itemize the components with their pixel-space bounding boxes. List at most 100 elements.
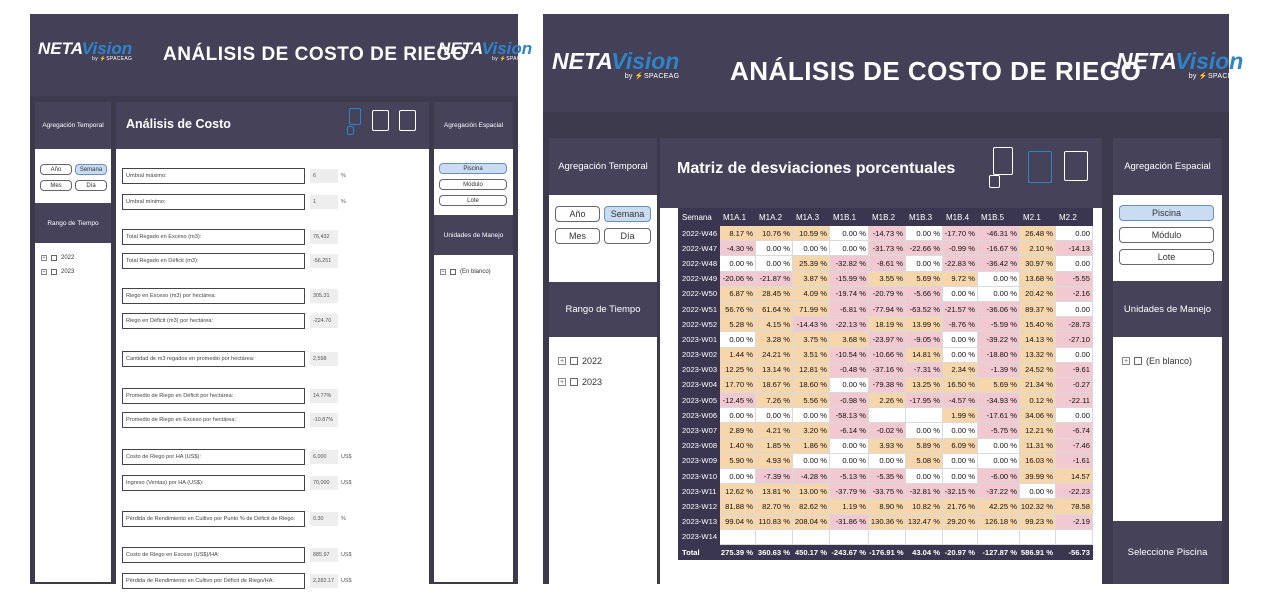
- metric-label: Costo de Riego por HA (US$):: [122, 449, 305, 465]
- coins-icon[interactable]: [989, 175, 1000, 188]
- matrix-cell: 13.99 %: [905, 316, 943, 333]
- spatial-lote-button[interactable]: Lote: [1119, 249, 1214, 265]
- checkbox[interactable]: [570, 378, 578, 386]
- matrix-cell: [942, 528, 978, 545]
- matrix-cell: 16.50 %: [942, 376, 978, 394]
- matrix-cell: 0.00: [1055, 224, 1093, 242]
- temporal-day-button[interactable]: Día: [604, 228, 651, 244]
- checkbox[interactable]: [450, 269, 456, 275]
- week-label: 2023-W10: [678, 467, 720, 485]
- matrix-title: Matriz de desviaciones porcentuales: [677, 160, 956, 177]
- matrix-column-header[interactable]: M1A.1: [719, 208, 756, 226]
- temporal-month-button[interactable]: Mes: [555, 228, 600, 244]
- matrix-cell: 30.97 %: [1019, 255, 1056, 272]
- cost-icon[interactable]: [993, 147, 1013, 175]
- matrix-cell: 18.19 %: [868, 316, 906, 333]
- spatial-piscina-button[interactable]: Piscina: [439, 163, 507, 174]
- expand-icon[interactable]: +: [41, 255, 47, 261]
- metric-label: Pérdida de Rendimiento en Cultivo por Dé…: [122, 573, 305, 589]
- total-cell: -20.97 %: [942, 543, 978, 561]
- units-title: Unidades de Manejo: [1113, 281, 1222, 337]
- matrix-row: 2022-W52 5.28 % 4.15 % -14.43 % -22.13 % 18.1…: [678, 316, 1093, 333]
- cost-analysis-title: Análisis de Costo: [126, 117, 231, 131]
- matrix-cell: 15.40 %: [1019, 316, 1056, 333]
- week-label: 2022-W46: [678, 224, 720, 242]
- expand-icon[interactable]: +: [1122, 357, 1130, 365]
- table-icon[interactable]: [1064, 151, 1088, 181]
- expand-icon[interactable]: +: [558, 378, 566, 386]
- tree-item-2022[interactable]: +2022: [41, 255, 74, 261]
- week-label: 2023-W02: [678, 346, 720, 363]
- calendar-icon[interactable]: [1028, 151, 1052, 183]
- expand-icon[interactable]: +: [558, 357, 566, 365]
- matrix-column-header[interactable]: M1B.1: [829, 208, 869, 226]
- calendar-icon[interactable]: [372, 110, 389, 131]
- spatial-title: Agregación Espacial: [434, 102, 513, 149]
- matrix-cell: -36.42 %: [977, 255, 1020, 272]
- matrix-column-header[interactable]: M1A.2: [755, 208, 793, 226]
- tree-item-2023[interactable]: +2023: [41, 269, 74, 275]
- matrix-cell: 0.00 %: [942, 331, 978, 348]
- cost-icon[interactable]: [349, 108, 361, 125]
- tree-item-en-blanco[interactable]: + (En blanco): [440, 269, 491, 275]
- matrix-column-header[interactable]: M2.2: [1055, 208, 1093, 226]
- temporal-title: Agregación Temporal: [549, 138, 657, 195]
- time-range-title: Rango de Tiempo: [35, 203, 111, 243]
- spatial-modulo-button[interactable]: Módulo: [1119, 227, 1214, 243]
- matrix-cell: 13.32 %: [1019, 346, 1056, 363]
- temporal-month-button[interactable]: Mes: [40, 180, 72, 191]
- matrix-column-header[interactable]: M1B.2: [868, 208, 906, 226]
- metric-label: Riego en Déficit (m3) por hectárea:: [122, 313, 305, 329]
- matrix-cell: 110.83 %: [755, 513, 793, 530]
- matrix-column-header[interactable]: Semana: [678, 208, 720, 226]
- checkbox[interactable]: [570, 357, 578, 365]
- matrix-cell: -22.66 %: [905, 240, 943, 257]
- matrix-cell: 78.58: [1055, 498, 1093, 515]
- spatial-modulo-button[interactable]: Módulo: [439, 179, 507, 190]
- expand-icon[interactable]: +: [41, 269, 47, 275]
- matrix-cell: -10.66 %: [868, 346, 906, 363]
- matrix-row: 2023-W03 12.25 % 13.14 % 12.81 % -0.48 % -37.…: [678, 361, 1093, 378]
- temporal-year-button[interactable]: Año: [555, 206, 600, 222]
- metric-value[interactable]: 6,000: [310, 450, 338, 464]
- matrix-column-header[interactable]: M1B.5: [977, 208, 1020, 226]
- matrix-column-header[interactable]: M1A.3: [792, 208, 830, 226]
- matrix-cell: -5.66 %: [905, 285, 943, 302]
- checkbox[interactable]: [51, 269, 57, 275]
- matrix-column-header[interactable]: M1B.4: [942, 208, 978, 226]
- matrix-column-header[interactable]: M2.1: [1019, 208, 1056, 226]
- temporal-week-button[interactable]: Semana: [75, 164, 107, 175]
- metric-value[interactable]: 70,000: [310, 476, 338, 490]
- matrix-cell: 0.00 %: [905, 224, 943, 242]
- tree-item-2022[interactable]: +2022: [558, 356, 602, 366]
- week-label: 2023-W11: [678, 483, 720, 500]
- tree-item-2023[interactable]: +2023: [558, 377, 602, 387]
- checkbox[interactable]: [1134, 357, 1142, 365]
- matrix-cell: [1055, 528, 1093, 545]
- select-piscina-title: Seleccione Piscina: [1113, 521, 1222, 584]
- temporal-day-button[interactable]: Día: [75, 180, 107, 191]
- table-icon[interactable]: [399, 110, 416, 131]
- metric-value[interactable]: 0.30: [310, 512, 338, 526]
- checkbox[interactable]: [51, 255, 57, 261]
- expand-icon[interactable]: +: [440, 269, 446, 275]
- matrix-cell: 0.00 %: [792, 240, 830, 257]
- matrix-row: 2023-W05 -12.45 % 7.26 % 5.56 % -0.98 % 2.26 …: [678, 392, 1093, 409]
- total-cell: -243.67 %: [829, 543, 869, 561]
- tree-item-en-blanco[interactable]: + (En blanco): [1122, 356, 1192, 366]
- matrix-column-header[interactable]: M1B.3: [905, 208, 943, 226]
- matrix-row: 2023-W09 5.90 % 4.93 % 0.00 % 0.00 % 0.00 % 5.…: [678, 452, 1093, 470]
- matrix-cell: 6.09 %: [942, 437, 978, 454]
- matrix-cell: [755, 528, 793, 545]
- spatial-lote-button[interactable]: Lote: [439, 195, 507, 206]
- coins-icon[interactable]: [347, 126, 354, 135]
- metric-value[interactable]: 1: [310, 195, 338, 209]
- metric-value[interactable]: 6: [310, 169, 338, 183]
- matrix-cell: -22.23: [1055, 483, 1093, 500]
- temporal-week-button[interactable]: Semana: [604, 206, 651, 222]
- spatial-piscina-button[interactable]: Piscina: [1119, 205, 1214, 221]
- matrix-cell: -8.76 %: [942, 316, 978, 333]
- matrix-cell: -6.00 %: [977, 467, 1020, 485]
- temporal-year-button[interactable]: Año: [40, 164, 72, 175]
- metric-unit: %: [341, 173, 346, 179]
